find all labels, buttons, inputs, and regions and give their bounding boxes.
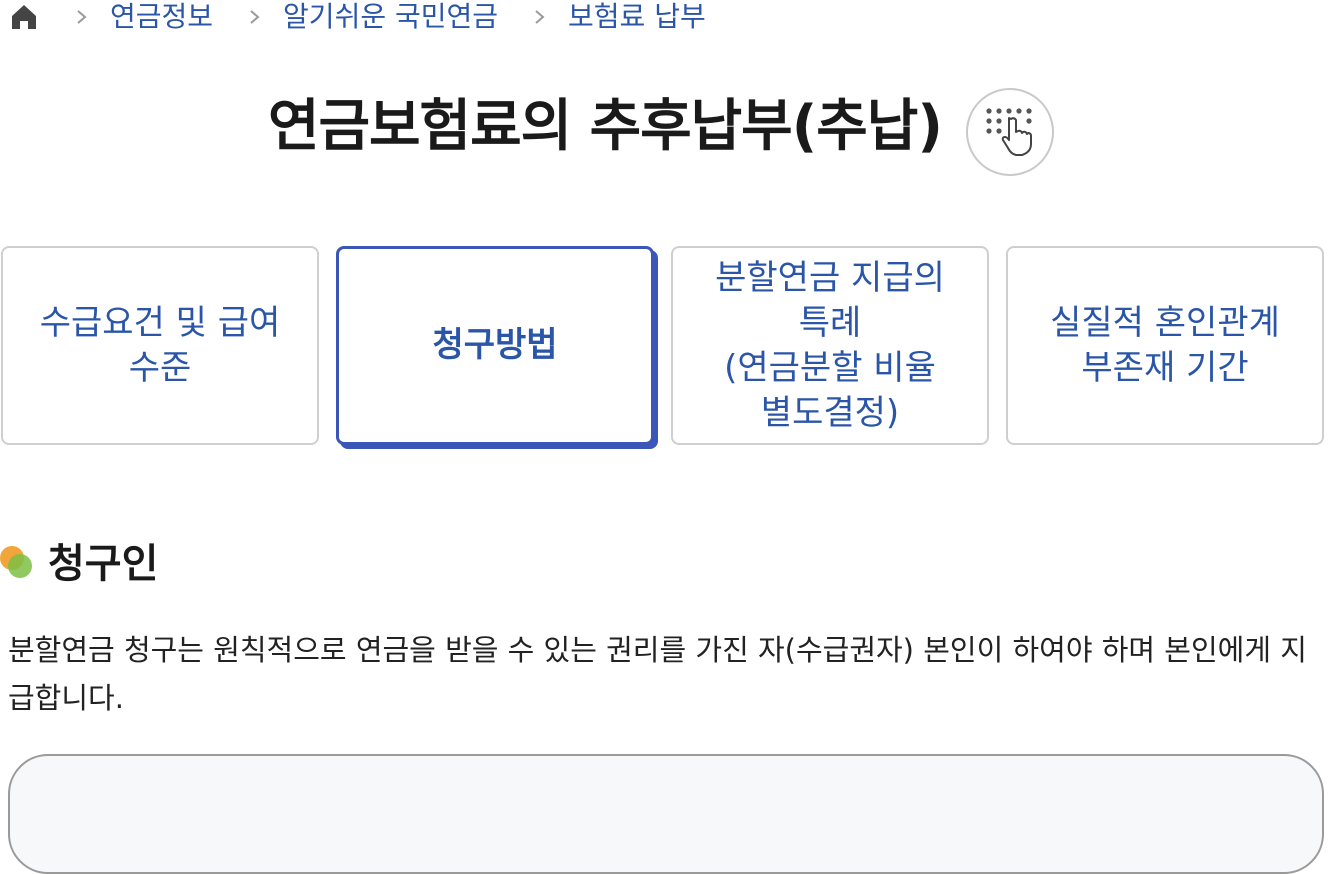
info-box — [8, 754, 1324, 874]
section-body-text: 분할연금 청구는 원칙적으로 연금을 받을 수 있는 권리를 가진 자(수급권자… — [8, 633, 1307, 715]
breadcrumb-item-pension-info[interactable]: 연금정보 — [110, 0, 213, 34]
breadcrumb: 연금정보 알기쉬운 국민연금 보험료 납부 — [8, 0, 706, 34]
home-icon[interactable] — [8, 1, 40, 33]
tab-label: 분할연금 지급의 특례 (연금분할 비율 별도결정) — [715, 257, 945, 433]
tab-eligibility[interactable]: 수급요건 및 급여 수준 — [1, 246, 319, 445]
tab-split-pension-special[interactable]: 분할연금 지급의 특례 (연금분할 비율 별도결정) — [671, 246, 989, 445]
section-header: 청구인 — [0, 532, 158, 588]
tab-label: 실질적 혼인관계 부존재 기간 — [1050, 302, 1280, 388]
title-row: 연금보험료의 추후납부(추납) — [0, 88, 1340, 180]
chevron-right-icon — [76, 9, 88, 25]
tab-claim-method[interactable]: 청구방법 — [336, 246, 654, 445]
tab-label: 수급요건 및 급여 수준 — [39, 302, 281, 388]
chevron-right-icon — [534, 9, 546, 25]
breadcrumb-item-premium-payment[interactable]: 보험료 납부 — [568, 0, 706, 34]
tab-marriage-absence[interactable]: 실질적 혼인관계 부존재 기간 — [1006, 246, 1324, 445]
page-title: 연금보험료의 추후납부(추납) — [268, 94, 943, 159]
section-title: 청구인 — [48, 541, 159, 587]
chevron-right-icon — [249, 9, 261, 25]
tab-label: 청구방법 — [432, 325, 558, 365]
braille-hand-icon[interactable] — [966, 88, 1054, 176]
bullet-icon — [0, 542, 34, 578]
tab-list: 수급요건 및 급여 수준 청구방법 분할연금 지급의 특례 (연금분할 비율 별… — [0, 246, 1340, 451]
breadcrumb-item-easy-pension[interactable]: 알기쉬운 국민연금 — [283, 0, 498, 34]
